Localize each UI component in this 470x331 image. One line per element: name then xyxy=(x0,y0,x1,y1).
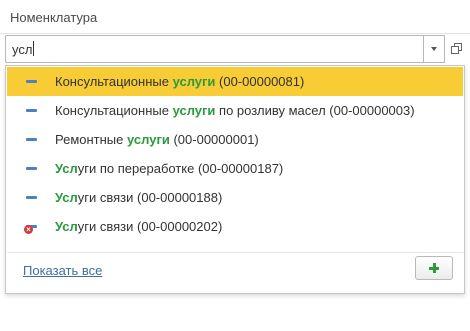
show-all-link[interactable]: Показать все xyxy=(23,263,102,278)
list-item-label: Услуги связи (00-00000202) xyxy=(55,219,223,234)
list-item-label: Консультационные услуги по розливу масел… xyxy=(55,103,415,118)
list-item[interactable]: Услуги связи (00-00000188) xyxy=(7,183,463,212)
label-divider xyxy=(0,33,470,34)
dropdown-button[interactable] xyxy=(423,35,445,63)
list-item[interactable]: × Услуги связи (00-00000202) xyxy=(7,212,463,241)
item-icon xyxy=(26,80,37,84)
list-item-label: Ремонтные услуги (00-00000001) xyxy=(55,132,259,147)
list-item[interactable]: Консультационные услуги (00-00000081) xyxy=(7,67,463,96)
list-item[interactable]: Консультационные услуги по розливу масел… xyxy=(7,96,463,125)
text-caret xyxy=(33,41,34,56)
open-window-icon-front xyxy=(451,46,459,54)
autocomplete-dropdown: Консультационные услуги (00-00000081) Ко… xyxy=(5,65,465,294)
item-icon xyxy=(26,196,37,200)
deleted-item-icon: × xyxy=(24,225,37,234)
nomenclature-input-box[interactable] xyxy=(5,35,423,63)
list-item[interactable]: Услуги по переработке (00-00000187) xyxy=(7,154,463,183)
open-item-button[interactable] xyxy=(445,35,465,63)
plus-icon xyxy=(429,263,439,273)
list-item-label: Услуги связи (00-00000188) xyxy=(55,190,223,205)
list-item-label: Услуги по переработке (00-00000187) xyxy=(55,161,284,176)
item-icon xyxy=(26,138,37,142)
item-icon xyxy=(26,109,37,113)
item-icon xyxy=(26,167,37,171)
nomenclature-input[interactable] xyxy=(6,36,412,62)
add-button[interactable] xyxy=(415,256,453,280)
chevron-down-icon xyxy=(431,47,437,51)
list-item-label: Консультационные услуги (00-00000081) xyxy=(55,74,305,89)
dropdown-footer-divider xyxy=(7,252,463,253)
field-label: Номенклатура xyxy=(10,10,98,25)
list-item[interactable]: Ремонтные услуги (00-00000001) xyxy=(7,125,463,154)
